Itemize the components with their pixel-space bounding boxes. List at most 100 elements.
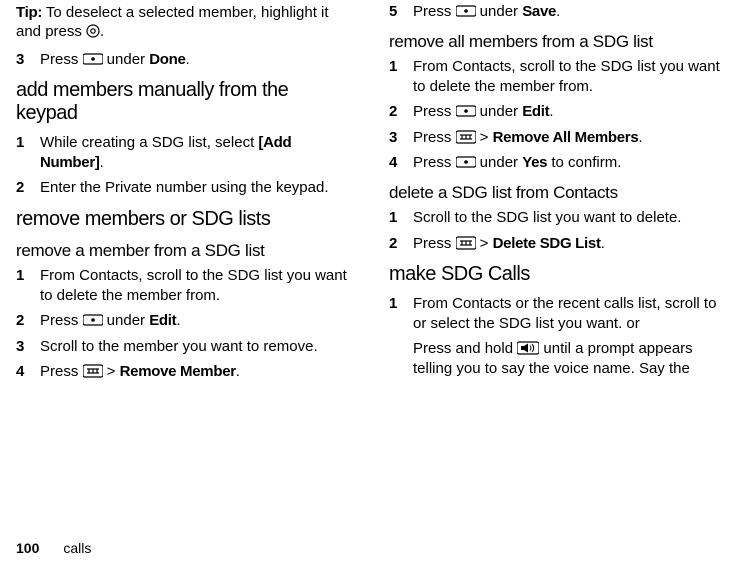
speaker-icon [517, 341, 539, 355]
remove-all-label: Remove All Members [493, 129, 639, 146]
step-1-add-number: 1 While creating a SDG list, select [Add… [16, 133, 349, 172]
tip-suffix: . [100, 23, 104, 40]
step-3-remove-all-members: 3 Press > Remove All Members. [389, 128, 722, 148]
step-number: 1 [389, 57, 413, 96]
page-footer: 100 calls [16, 532, 722, 566]
text: . [638, 129, 642, 146]
edit-label: Edit [149, 312, 176, 329]
step-1-scroll-delete: 1 Scroll to the SDG list you want to del… [389, 208, 722, 228]
step-3-scroll-member: 3 Scroll to the member you want to remov… [16, 337, 349, 357]
tip-label: Tip: [16, 4, 46, 21]
heading-make-sdg-calls: make SDG Calls [389, 263, 722, 286]
step-body: Press > Delete SDG List. [413, 234, 722, 254]
step-body: Press under Done. [40, 50, 349, 70]
text: under [103, 51, 150, 68]
step-1-from-contacts: 1 From Contacts, scroll to the SDG list … [16, 266, 349, 305]
text: Press [413, 154, 456, 171]
step-body: Scroll to the member you want to remove. [40, 337, 349, 357]
subheading-delete-list: delete a SDG list from Contacts [389, 183, 722, 203]
delete-sdg-label: Delete SDG List [493, 235, 601, 252]
step-number: 1 [389, 208, 413, 228]
step-number: 1 [16, 266, 40, 305]
text: to confirm. [547, 154, 621, 171]
step-body: Press > Remove All Members. [413, 128, 722, 148]
text: Press [413, 3, 456, 20]
softkey-icon [83, 52, 103, 66]
text: > [476, 235, 493, 252]
done-label: Done [149, 51, 185, 68]
step-body: Press under Yes to confirm. [413, 153, 722, 173]
heading-remove-members: remove members or SDG lists [16, 208, 349, 231]
text: under [476, 3, 523, 20]
step-number: 2 [389, 102, 413, 122]
step-3-done: 3 Press under Done. [16, 50, 349, 70]
text: Press [40, 312, 83, 329]
step-number: 3 [16, 337, 40, 357]
step-body: From Contacts or the recent calls list, … [413, 294, 722, 333]
step-body: Press under Edit. [40, 311, 349, 331]
text: under [476, 154, 523, 171]
ok-icon [86, 24, 100, 38]
menu-icon [456, 236, 476, 250]
step-number: 4 [389, 153, 413, 173]
step-2-press-edit: 2 Press under Edit. [16, 311, 349, 331]
step-body: Scroll to the SDG list you want to delet… [413, 208, 722, 228]
step-2-delete-sdg-list: 2 Press > Delete SDG List. [389, 234, 722, 254]
softkey-icon [83, 313, 103, 327]
text: . [100, 154, 104, 171]
step-number: 2 [16, 178, 40, 198]
yes-label: Yes [522, 154, 547, 171]
tip-paragraph: Tip: To deselect a selected member, high… [16, 4, 349, 42]
text: Press [413, 103, 456, 120]
step-body: Press > Remove Member. [40, 362, 349, 382]
step-number: 2 [389, 234, 413, 254]
softkey-icon [456, 4, 476, 18]
step-number: 4 [16, 362, 40, 382]
step-body: Enter the Private number using the keypa… [40, 178, 349, 198]
menu-icon [456, 130, 476, 144]
text: . [186, 51, 190, 68]
footer-section: calls [63, 540, 91, 556]
text: under [103, 312, 150, 329]
save-label: Save [522, 3, 556, 20]
text: . [601, 235, 605, 252]
text: While creating a SDG list, select [40, 134, 258, 151]
text: Press [413, 129, 456, 146]
text: . [556, 3, 560, 20]
right-column: 5 Press under Save. remove all members f… [389, 4, 722, 532]
text: . [176, 312, 180, 329]
text: . [236, 363, 240, 380]
step-body: Press under Edit. [413, 102, 722, 122]
softkey-icon [456, 155, 476, 169]
text: . [549, 103, 553, 120]
step-number: 2 [16, 311, 40, 331]
text: Press and hold [413, 340, 517, 357]
text: Press [413, 235, 456, 252]
step-body: While creating a SDG list, select [Add N… [40, 133, 349, 172]
text: Press [40, 363, 83, 380]
step-number: 3 [389, 128, 413, 148]
step-1-make-call: 1 From Contacts or the recent calls list… [389, 294, 722, 333]
left-column: Tip: To deselect a selected member, high… [16, 4, 349, 532]
step-5-save: 5 Press under Save. [389, 2, 722, 22]
text: > [103, 363, 120, 380]
step-number: 5 [389, 2, 413, 22]
step-number: 1 [16, 133, 40, 172]
page-number: 100 [16, 540, 39, 556]
step-body: From Contacts, scroll to the SDG list yo… [413, 57, 722, 96]
tip-text: To deselect a selected member, highlight… [16, 4, 329, 40]
text: under [476, 103, 523, 120]
edit-label: Edit [522, 103, 549, 120]
menu-icon [83, 364, 103, 378]
step-number: 1 [389, 294, 413, 333]
step-body: From Contacts, scroll to the SDG list yo… [40, 266, 349, 305]
remove-member-label: Remove Member [120, 363, 236, 380]
step-body: Press under Save. [413, 2, 722, 22]
step-2-press-edit-all: 2 Press under Edit. [389, 102, 722, 122]
step-number: 3 [16, 50, 40, 70]
heading-add-members-manually: add members manually from the keypad [16, 79, 349, 125]
subheading-remove-all: remove all members from a SDG list [389, 32, 722, 52]
text: Press [40, 51, 83, 68]
step-4-confirm-yes: 4 Press under Yes to confirm. [389, 153, 722, 173]
voice-prompt-paragraph: Press and hold until a prompt appears te… [413, 339, 722, 378]
